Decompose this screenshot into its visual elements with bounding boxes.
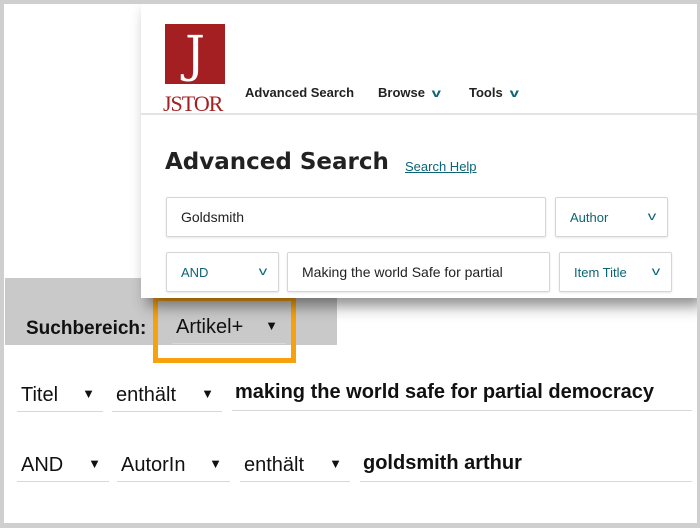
nav-advanced-search[interactable]: Advanced Search: [245, 85, 354, 100]
chevron-down-icon: v: [509, 86, 519, 100]
divider: [141, 113, 697, 115]
nav-tools[interactable]: Tools v: [469, 85, 519, 100]
caret-down-icon: ▼: [209, 456, 222, 471]
caret-down-icon: ▼: [201, 386, 214, 401]
search-input-1[interactable]: Goldsmith: [166, 197, 546, 237]
jstor-panel: J JSTOR Advanced Search Browse v Tools v A…: [141, 3, 697, 298]
caret-down-icon: ▼: [82, 386, 95, 401]
condition-select-1[interactable]: enthält ▼: [112, 376, 222, 412]
chevron-down-icon: v: [258, 264, 268, 278]
highlight-box: [153, 296, 296, 363]
chevron-down-icon: v: [651, 264, 661, 278]
chevron-down-icon: v: [431, 86, 441, 100]
field-select-item-title[interactable]: Item Title v: [559, 252, 672, 292]
condition-value: enthält: [244, 454, 305, 476]
condition-value: enthält: [116, 384, 177, 406]
field-select-author[interactable]: Author v: [555, 197, 668, 237]
caret-down-icon: ▼: [329, 456, 342, 471]
caret-down-icon: ▼: [88, 456, 101, 471]
operator-select[interactable]: AND v: [166, 252, 279, 292]
search-help-link[interactable]: Search Help: [405, 159, 477, 174]
operator-value: AND: [21, 454, 64, 476]
scope-label: Suchbereich:: [26, 318, 147, 339]
operator-select-2[interactable]: AND ▼: [17, 446, 109, 482]
search-input-2[interactable]: Making the world Safe for partial: [287, 252, 550, 292]
condition-select-2[interactable]: enthält ▼: [240, 446, 350, 482]
field-select-2[interactable]: AutorIn ▼: [117, 446, 230, 482]
page-title: Advanced Search: [165, 149, 389, 175]
chevron-down-icon: v: [647, 209, 657, 223]
author-input[interactable]: goldsmith arthur: [360, 446, 692, 482]
field-value: AutorIn: [121, 454, 186, 476]
title-input[interactable]: making the world safe for partial democr…: [232, 375, 692, 411]
jstor-logo[interactable]: J: [165, 24, 225, 84]
field-select-1[interactable]: Titel ▼: [17, 376, 103, 412]
nav-browse[interactable]: Browse v: [378, 85, 441, 100]
field-value: Titel: [21, 384, 59, 406]
